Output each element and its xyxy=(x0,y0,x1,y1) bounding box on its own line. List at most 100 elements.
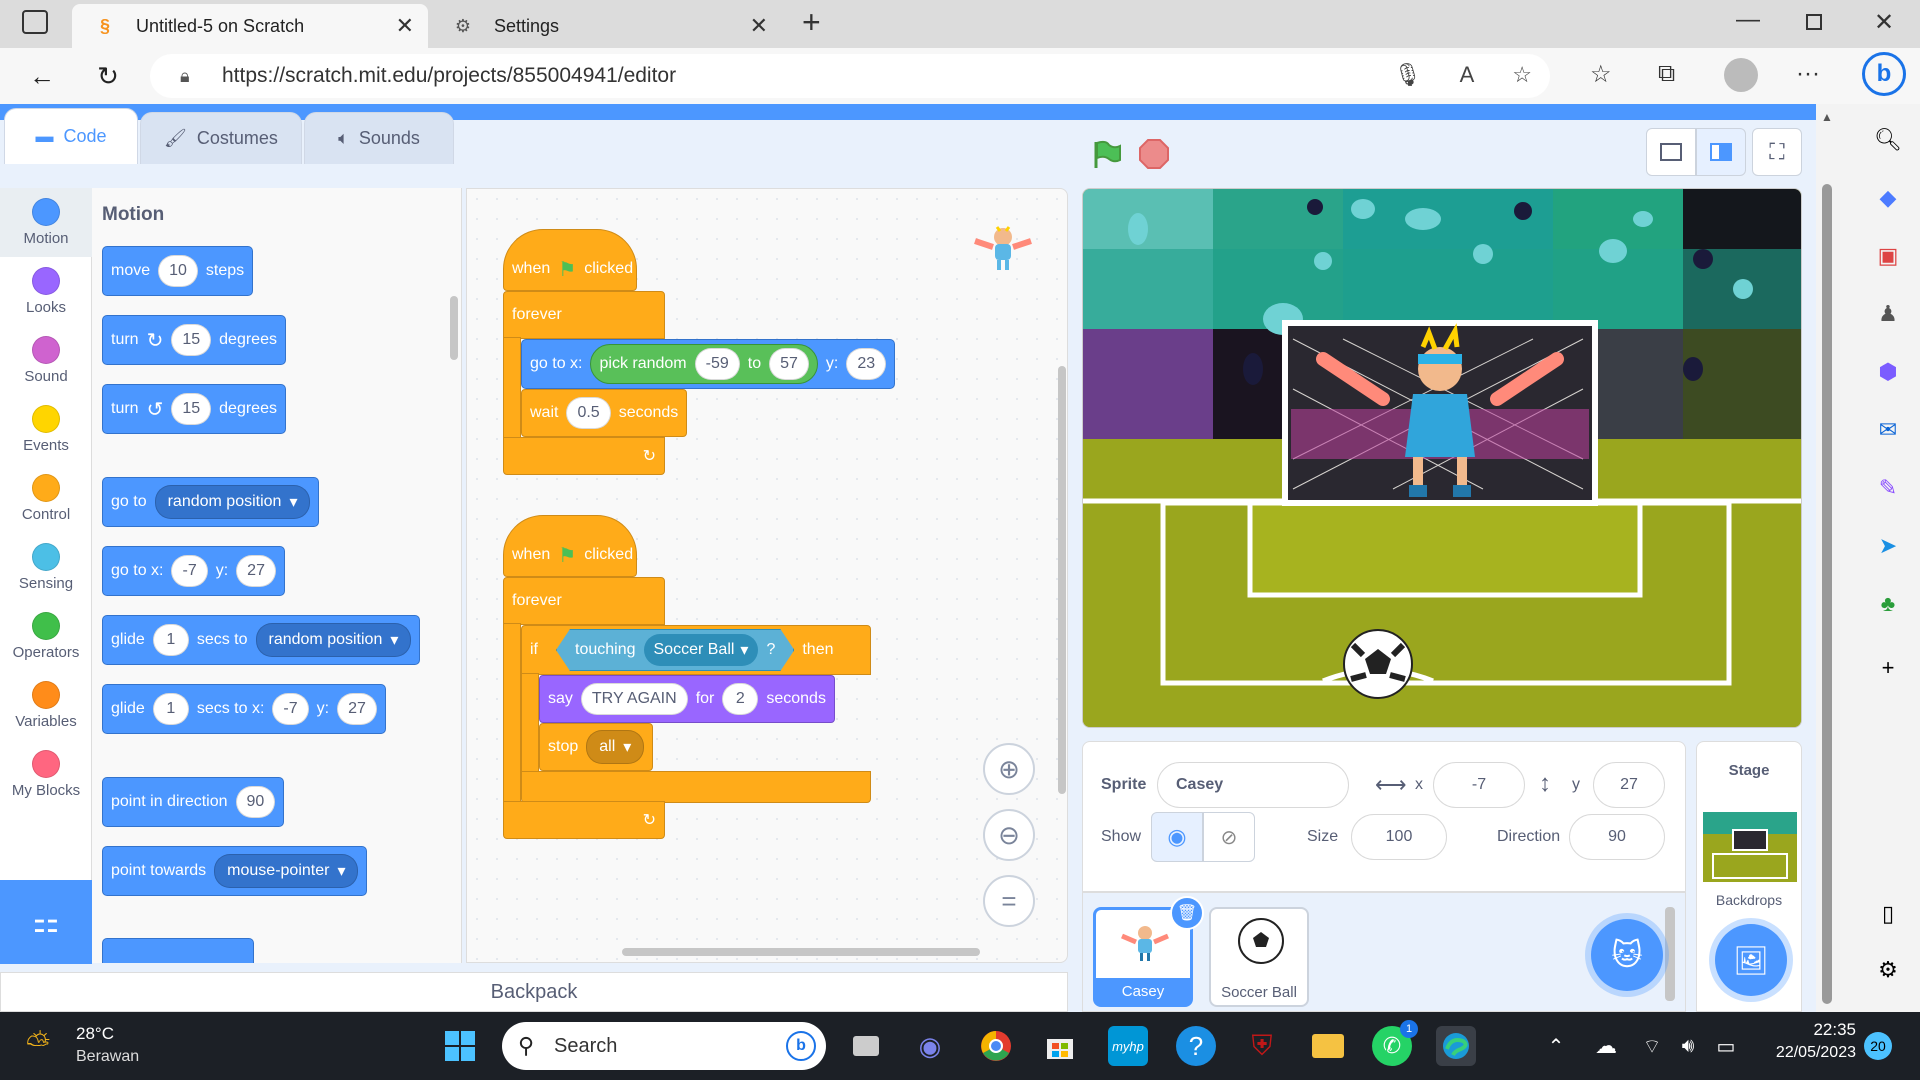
direction-input[interactable]: 90 xyxy=(235,786,276,818)
go-to-dropdown[interactable]: random position ▾ xyxy=(154,485,311,519)
category-control[interactable]: Control xyxy=(0,464,92,533)
touching-block[interactable]: touching Soccer Ball ▾ ? xyxy=(556,629,794,671)
say-secs-input[interactable]: 2 xyxy=(722,683,759,715)
block-turn-right[interactable]: turn ↻ 15 degrees xyxy=(102,315,286,365)
block-turn-left[interactable]: turn ↺ 15 degrees xyxy=(102,384,286,434)
x-position-input[interactable]: -7 xyxy=(1433,762,1525,808)
when-flag-clicked-hat[interactable]: when ⚑ clicked xyxy=(503,515,637,577)
add-sidebar-icon[interactable]: + xyxy=(1874,654,1902,682)
block-point-in-direction[interactable]: point in direction 90 xyxy=(102,777,285,827)
tree-icon[interactable]: ♣ xyxy=(1874,590,1902,618)
code-workspace[interactable]: when ⚑ clicked forever ↻ go to x: pick r… xyxy=(466,188,1068,963)
notification-badge[interactable]: 20 xyxy=(1864,1032,1892,1060)
wait-input[interactable]: 0.5 xyxy=(566,397,611,429)
more-menu-icon[interactable]: ··· xyxy=(1796,60,1820,88)
when-flag-clicked-hat[interactable]: when ⚑ clicked xyxy=(503,229,637,291)
back-icon[interactable]: ← xyxy=(24,58,60,94)
close-tab-icon[interactable]: ✕ xyxy=(396,13,414,39)
search-icon[interactable]: 🔍︎ xyxy=(1874,126,1902,154)
choose-sprite-button[interactable]: 🐱︎ xyxy=(1591,919,1663,991)
bing-copilot-icon[interactable]: b xyxy=(1862,52,1906,96)
large-stage-button[interactable] xyxy=(1696,128,1746,176)
sprite-tile-soccer-ball[interactable]: Soccer Ball xyxy=(1209,907,1309,1007)
secs-input[interactable]: 1 xyxy=(152,624,189,656)
scroll-thumb[interactable] xyxy=(1822,184,1832,1004)
y-input[interactable]: 23 xyxy=(846,348,887,380)
palette-scrollbar[interactable] xyxy=(450,296,458,360)
tab-actions-icon[interactable] xyxy=(22,10,48,34)
backpack-bar[interactable]: Backpack xyxy=(0,972,1068,1012)
category-looks[interactable]: Looks xyxy=(0,257,92,326)
size-input[interactable]: 100 xyxy=(1351,814,1447,860)
block-go-to-xy[interactable]: go to x: -7 y: 27 xyxy=(102,546,285,596)
outlook-icon[interactable]: ✉ xyxy=(1874,416,1902,444)
profile-avatar-icon[interactable] xyxy=(1724,58,1758,92)
category-events[interactable]: Events xyxy=(0,395,92,464)
block-glide-xy[interactable]: glide 1 secs to x: -7 y: 27 xyxy=(102,684,386,734)
zoom-in-button[interactable]: ⊕ xyxy=(983,743,1035,795)
microphone-icon[interactable]: 🎙︎ xyxy=(1394,62,1422,88)
zoom-out-button[interactable]: ⊖ xyxy=(983,809,1035,861)
stop-dropdown[interactable]: all ▾ xyxy=(586,730,645,764)
microsoft-store-icon[interactable] xyxy=(1040,1026,1080,1066)
stage-canvas[interactable] xyxy=(1082,188,1802,728)
favorites-icon[interactable]: ☆ xyxy=(1590,60,1612,89)
sprite-list-scrollbar[interactable] xyxy=(1665,907,1675,1001)
clock[interactable]: 22:35 22/05/2023 xyxy=(1756,1020,1856,1062)
settings-gear-icon[interactable]: ⚙ xyxy=(1874,956,1902,984)
show-hidden-button[interactable]: ⊘ xyxy=(1203,812,1255,862)
steps-input[interactable]: 10 xyxy=(158,255,198,287)
windows-start-icon[interactable] xyxy=(440,1026,480,1066)
delete-sprite-button[interactable]: 🗑︎ xyxy=(1170,896,1204,930)
block-partial[interactable] xyxy=(102,938,254,963)
whatsapp-icon[interactable]: ✆ 1 xyxy=(1372,1020,1418,1066)
block-glide[interactable]: glide 1 secs to random position ▾ xyxy=(102,615,421,665)
degrees-input[interactable]: 15 xyxy=(171,393,212,425)
teams-chat-icon[interactable]: ◉ xyxy=(910,1026,950,1066)
edge-icon[interactable] xyxy=(1436,1026,1476,1066)
tab-settings[interactable]: ⚙ Settings ✕ xyxy=(430,4,782,48)
volume-icon[interactable]: 🔊︎ xyxy=(1668,1026,1708,1066)
pick-random-block[interactable]: pick random -59 to 57 xyxy=(590,344,818,384)
myhp-icon[interactable]: myhp xyxy=(1108,1026,1148,1066)
close-window-icon[interactable]: ✕ xyxy=(1874,8,1894,37)
block-go-to-xy-script[interactable]: go to x: pick random -59 to 57 y: 23 xyxy=(521,339,896,389)
direction-input[interactable]: 90 xyxy=(1569,814,1665,860)
wifi-icon[interactable]: ⌔ xyxy=(1632,1026,1672,1066)
tab-scratch[interactable]: § Untitled-5 on Scratch ✕ xyxy=(72,4,428,48)
workspace-v-scrollbar[interactable] xyxy=(1058,366,1066,794)
random-to-input[interactable]: 57 xyxy=(769,348,809,380)
page-scrollbar[interactable]: ▲ xyxy=(1816,104,1838,1012)
green-flag-button[interactable] xyxy=(1088,136,1124,172)
microsoft-365-icon[interactable]: ⬢ xyxy=(1874,358,1902,386)
chrome-icon[interactable] xyxy=(976,1026,1016,1066)
category-sound[interactable]: Sound xyxy=(0,326,92,395)
battery-icon[interactable]: ▭ xyxy=(1706,1026,1746,1066)
block-go-to[interactable]: go to random position ▾ xyxy=(102,477,320,527)
category-sensing[interactable]: Sensing xyxy=(0,533,92,602)
forever-block[interactable]: forever xyxy=(503,577,665,625)
add-extension-button[interactable]: ⚏ xyxy=(0,880,92,964)
y-input[interactable]: 27 xyxy=(337,693,377,725)
minimize-icon[interactable]: — xyxy=(1736,6,1760,34)
show-hidden-icons-chevron[interactable]: ⌃ xyxy=(1536,1026,1576,1066)
collections-icon[interactable]: ⧉ xyxy=(1658,60,1675,88)
add-favorite-icon[interactable]: ☆ xyxy=(1512,62,1532,88)
scroll-up-arrow-icon[interactable]: ▲ xyxy=(1821,110,1833,124)
block-point-towards[interactable]: point towards mouse-pointer ▾ xyxy=(102,846,368,896)
weather-widget[interactable]: ⛅︎ 28°C Berawan xyxy=(26,1020,186,1072)
x-input[interactable]: -7 xyxy=(171,555,208,587)
x-input[interactable]: -7 xyxy=(272,693,309,725)
read-aloud-icon[interactable]: A xyxy=(1460,62,1475,88)
category-operators[interactable]: Operators xyxy=(0,602,92,671)
wait-block[interactable]: wait 0.5 seconds xyxy=(521,389,688,437)
sprite-name-input[interactable]: Casey xyxy=(1157,762,1349,808)
tab-costumes[interactable]: 🖌︎ Costumes xyxy=(140,112,302,164)
y-position-input[interactable]: 27 xyxy=(1593,762,1665,808)
say-for-secs-block[interactable]: say TRY AGAIN for 2 seconds xyxy=(539,675,835,723)
mcafee-icon[interactable]: ⛨ xyxy=(1242,1026,1282,1066)
if-block[interactable]: if touching Soccer Ball ▾ ? then xyxy=(521,625,871,675)
restore-icon[interactable] xyxy=(1806,14,1822,30)
category-my-blocks[interactable]: My Blocks xyxy=(0,740,92,809)
zoom-reset-button[interactable]: = xyxy=(983,875,1035,927)
